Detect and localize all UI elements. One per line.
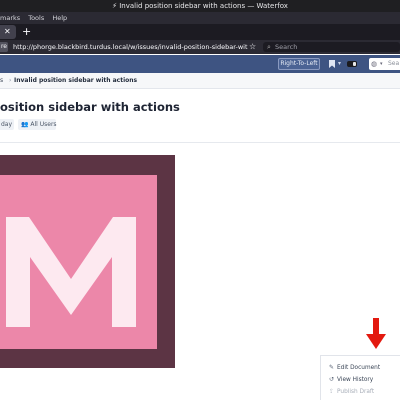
upload-icon: ⇪ — [329, 388, 335, 395]
menu-bookmarks[interactable]: marks — [0, 12, 20, 24]
breadcrumb-current: Invalid position sidebar with actions — [14, 77, 138, 84]
users-icon: 👥 — [21, 121, 29, 128]
breadcrumb-parent[interactable]: s — [0, 73, 3, 89]
globe-icon: ◍ — [371, 60, 378, 68]
browser-search-input[interactable] — [275, 42, 385, 52]
chevron-down-icon[interactable]: ▾ — [380, 59, 383, 69]
search-icon: ⌕ — [267, 43, 271, 51]
active-tab[interactable]: ✕ — [0, 25, 16, 39]
new-tab-button[interactable]: + — [22, 25, 31, 38]
header-divider — [0, 142, 400, 143]
browser-window: ⚡ Invalid position sidebar with actions … — [0, 0, 400, 400]
window-title: ⚡ Invalid position sidebar with actions … — [0, 0, 400, 12]
menu-help[interactable]: Help — [52, 12, 67, 24]
view-history-action[interactable]: ↺ View History — [329, 374, 373, 386]
right-to-left-button[interactable]: Right-To-Left — [278, 58, 320, 70]
visibility-tag[interactable]: 👥 All Users — [18, 119, 57, 130]
app-search-placeholder[interactable]: Sea — [388, 59, 399, 69]
publish-draft-action[interactable]: ⇪ Publish Draft — [329, 386, 374, 398]
action-label: Publish Draft — [337, 389, 375, 395]
action-label: View History — [337, 377, 374, 383]
history-icon: ↺ — [329, 376, 335, 383]
red-arrow-down-icon — [366, 318, 386, 349]
bookmark-icon[interactable] — [327, 59, 337, 69]
tab-bar: ✕ + — [0, 24, 400, 40]
letter-m-logo — [6, 217, 136, 327]
date-tag: day — [0, 119, 14, 130]
chevron-down-icon[interactable]: ▾ — [338, 59, 341, 69]
address-bar[interactable]: http://phorge.blackbird.turdus.local/w/i… — [13, 41, 248, 53]
bookmark-star-icon[interactable]: ☆ — [249, 41, 256, 53]
breadcrumb: s › Invalid position sidebar with action… — [0, 73, 400, 89]
navigation-bar: re http://phorge.blackbird.turdus.local/… — [0, 40, 400, 54]
visibility-label: All Users — [30, 121, 57, 128]
site-info-badge[interactable]: re — [0, 42, 8, 52]
menu-tools[interactable]: Tools — [28, 12, 44, 24]
user-menu-icon[interactable] — [347, 60, 357, 68]
app-header: Right-To-Left ▾ ◍ ▾ Sea — [0, 55, 400, 73]
action-label: Edit Document — [337, 365, 381, 371]
image-inner-panel — [0, 175, 157, 349]
breadcrumb-separator: › — [9, 77, 12, 84]
menu-bar: marks Tools Help — [0, 12, 400, 24]
app-search-box[interactable]: ◍ ▾ Sea — [369, 58, 400, 70]
page-title: osition sidebar with actions — [0, 100, 180, 114]
document-image — [0, 155, 175, 368]
browser-search-box[interactable]: ⌕ — [263, 42, 400, 52]
close-tab-icon[interactable]: ✕ — [4, 27, 11, 37]
edit-document-action[interactable]: ✎ Edit Document — [329, 362, 380, 374]
pencil-icon: ✎ — [329, 364, 335, 371]
action-sidebar: ✎ Edit Document ↺ View History ⇪ Publish Dr… — [320, 355, 400, 400]
